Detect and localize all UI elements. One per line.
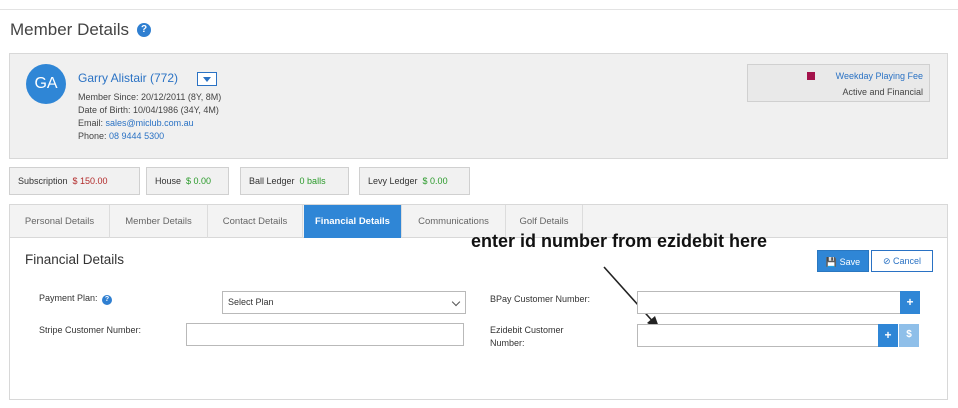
stripe-customer-label: Stripe Customer Number: [39,325,142,335]
save-button[interactable]: 💾 Save [817,250,869,272]
ledger-value: $ 0.00 [422,176,448,186]
plus-icon: + [906,295,914,309]
section-title: Financial Details [25,252,125,267]
tab-personal-details[interactable]: Personal Details [10,205,110,238]
member-since: Member Since: 20/12/2011 (8Y, 8M) [78,92,222,102]
fee-color-marker [807,72,815,80]
chevron-down-icon [451,297,461,307]
ledger-value: 0 balls [299,176,326,186]
member-tabs-panel: Personal Details Member Details Contact … [9,204,948,400]
page-header: Member Details ? [10,20,152,40]
fee-name-link[interactable]: Weekday Playing Fee [836,71,923,81]
top-divider [0,9,958,10]
ezidebit-label-line-2: Number: [490,338,525,348]
email-row: Email: sales@miclub.com.au [78,118,194,128]
dollar-icon: $ [906,329,912,340]
member-summary-card: GA Garry Alistair (772) Member Since: 20… [9,53,948,159]
page-title: Member Details [10,20,130,39]
help-icon[interactable]: ? [137,23,152,37]
payment-plan-help-icon[interactable]: ? [102,295,113,305]
fee-status: Active and Financial [842,87,923,97]
ledger-label: Ball Ledger [249,176,295,186]
member-actions-dropdown-button[interactable] [197,72,217,86]
payment-plan-select[interactable]: Select Plan [222,291,466,314]
payment-plan-selected: Select Plan [228,297,274,307]
plus-icon: + [884,328,892,342]
phone-row: Phone: 08 9444 5300 [78,131,164,141]
ledger-label: House [155,176,182,186]
ledger-value: $ 0.00 [186,176,212,186]
ledger-label: Levy Ledger [368,176,418,186]
ezidebit-label-line-1: Ezidebit Customer [490,325,564,335]
payment-plan-label-row: Payment Plan: ? [39,292,113,305]
ledger-ball[interactable]: Ball Ledger 0 balls [240,167,349,195]
ledger-house[interactable]: House $ 0.00 [146,167,229,195]
phone-label: Phone: [78,131,110,141]
tab-member-details[interactable]: Member Details [110,205,208,238]
ledger-levy[interactable]: Levy Ledger $ 0.00 [359,167,470,195]
ledger-subscription[interactable]: Subscription $ 150.00 [9,167,140,195]
stripe-customer-input[interactable] [186,323,464,346]
ledger-value: $ 150.00 [72,176,108,186]
phone-link[interactable]: 08 9444 5300 [109,131,164,141]
bpay-add-button[interactable]: + [900,291,920,314]
ezidebit-payment-button[interactable]: $ [899,324,919,347]
ledger-label: Subscription [18,176,68,186]
email-link[interactable]: sales@miclub.com.au [106,118,194,128]
cancel-label: Cancel [893,256,922,266]
membership-fee-box: Weekday Playing Fee Active and Financial [747,64,930,102]
ezidebit-customer-input[interactable] [637,324,879,347]
ezidebit-add-button[interactable]: + [878,324,898,347]
save-icon: 💾 [825,257,838,267]
payment-plan-label: Payment Plan: [39,293,98,303]
member-name-link[interactable]: Garry Alistair (772) [78,71,178,85]
tab-financial-details[interactable]: Financial Details [304,205,402,238]
cancel-icon: ⊘ [882,256,891,266]
avatar: GA [26,64,66,104]
save-label: Save [839,257,861,267]
bpay-customer-input[interactable] [637,291,901,314]
cancel-button[interactable]: ⊘ Cancel [871,250,933,272]
date-of-birth: Date of Birth: 10/04/1986 (34Y, 4M) [78,105,219,115]
annotation-text: enter id number from ezidebit here [471,231,768,251]
email-label: Email: [78,118,106,128]
ezidebit-customer-label: Ezidebit Customer Number: [490,324,564,350]
tab-contact-details[interactable]: Contact Details [208,205,303,238]
bpay-customer-label: BPay Customer Number: [490,294,591,304]
